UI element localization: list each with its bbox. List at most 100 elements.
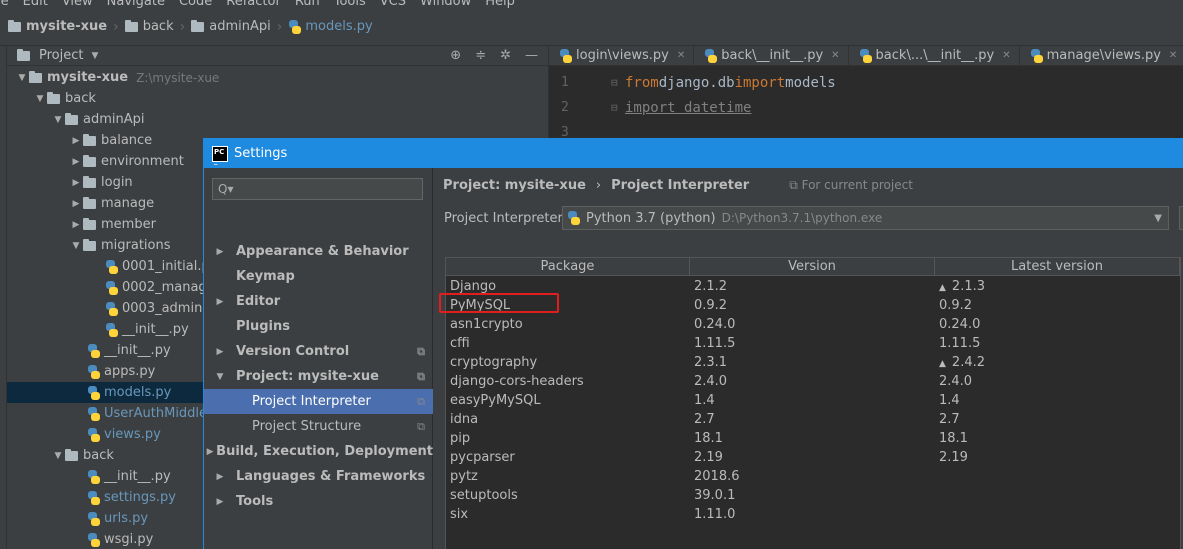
gear-icon[interactable]: ✲	[500, 48, 511, 63]
chevron-right-icon[interactable]: ▶	[204, 247, 236, 257]
tab-label: back\__init__.py	[721, 48, 824, 63]
chevron-down-icon[interactable]: ▼	[51, 451, 65, 461]
chevron-down-icon[interactable]: ▼	[15, 73, 29, 83]
minimize-icon[interactable]: —	[525, 48, 538, 63]
settings-nav-item[interactable]: ▶ Tools	[204, 489, 433, 514]
table-row[interactable]: setuptools 39.0.1	[446, 486, 1182, 505]
table-row[interactable]: idna 2.7 2.7	[446, 410, 1182, 429]
close-icon[interactable]: ✕	[1169, 50, 1177, 61]
menu-item[interactable]: Tools	[334, 0, 366, 8]
upgrade-arrow-icon: ▲	[939, 359, 946, 369]
chevron-right-icon[interactable]: ▶	[204, 347, 236, 357]
table-row[interactable]: easyPyMySQL 1.4 1.4	[446, 391, 1182, 410]
chevron-down-icon[interactable]: ▼	[51, 115, 65, 125]
settings-nav-item[interactable]: Project Structure ⧉	[204, 414, 433, 439]
python-file-icon	[87, 406, 100, 421]
menu-item[interactable]: Edit	[23, 0, 48, 8]
table-row[interactable]: Django 2.1.2 ▲ 2.1.3	[446, 277, 1182, 296]
collapse-icon[interactable]: ≑	[475, 48, 486, 63]
tree-label: back	[83, 448, 114, 463]
chevron-down-icon[interactable]: ▼	[33, 94, 47, 104]
table-row[interactable]: pip 18.1 18.1	[446, 429, 1182, 448]
chevron-right-icon[interactable]: ▶	[69, 178, 83, 188]
settings-search-input[interactable]: Q▾	[212, 178, 423, 200]
latest-version-label: 2.1.3	[951, 279, 985, 294]
fold-icon[interactable]: ⊟	[611, 101, 625, 114]
chevron-right-icon[interactable]: ▶	[204, 447, 216, 457]
column-version[interactable]: Version	[690, 258, 935, 275]
breadcrumb-back[interactable]: back	[124, 19, 174, 34]
code-line[interactable]: 1 ⊟ from django.db import models	[549, 70, 836, 95]
chevron-right-icon[interactable]: ▶	[69, 199, 83, 209]
interpreter-settings-button[interactable]	[1179, 206, 1183, 230]
chevron-right-icon[interactable]: ▶	[69, 157, 83, 167]
menu-item[interactable]: Help	[485, 0, 515, 8]
table-row[interactable]: PyMySQL 0.9.2 0.9.2	[446, 296, 1182, 315]
tree-folder[interactable]: ▼ adminApi	[7, 109, 548, 130]
column-package[interactable]: Package	[446, 258, 690, 275]
menu-item[interactable]: Code	[179, 0, 212, 8]
package-version: 2.4.0	[694, 374, 728, 389]
table-row[interactable]: pytz 2018.6	[446, 467, 1182, 486]
menu-item[interactable]: Refactor	[226, 0, 281, 8]
settings-nav-item[interactable]: ▶ Appearance & Behavior	[204, 239, 433, 264]
settings-nav-item[interactable]: ▶ Languages & Frameworks	[204, 464, 433, 489]
table-row[interactable]: six 1.11.0	[446, 505, 1182, 524]
folder-icon	[83, 175, 96, 188]
chevron-right-icon[interactable]: ▶	[69, 220, 83, 230]
chevron-down-icon[interactable]: ▼	[91, 51, 98, 61]
menu-item[interactable]: Run	[295, 0, 320, 8]
table-row[interactable]: cffi 1.11.5 1.11.5	[446, 334, 1182, 353]
table-row[interactable]: asn1crypto 0.24.0 0.24.0	[446, 315, 1182, 334]
settings-nav-item[interactable]: Project Interpreter ⧉	[204, 389, 433, 414]
editor-tab[interactable]: login\views.py ✕	[549, 46, 695, 65]
menu-item[interactable]: le	[0, 0, 9, 8]
package-latest	[935, 486, 1180, 505]
chevron-down-icon[interactable]: ▼	[69, 241, 83, 251]
copy-icon: ⧉	[417, 394, 425, 408]
menu-item[interactable]: View	[62, 0, 93, 8]
interpreter-select[interactable]: Python 3.7 (python) D:\Python3.7.1\pytho…	[562, 206, 1169, 230]
close-icon[interactable]: ✕	[1002, 50, 1010, 61]
column-latest-version[interactable]: Latest version	[935, 258, 1180, 275]
settings-nav-item[interactable]: ▶ Editor	[204, 289, 433, 314]
tree-label: back	[65, 91, 96, 106]
tree-label: wsgi.py	[104, 532, 154, 547]
chevron-right-icon[interactable]: ▶	[204, 497, 236, 507]
python-file-icon	[87, 511, 100, 526]
target-icon[interactable]: ⊕	[450, 48, 461, 63]
breadcrumb-adminapi[interactable]: adminApi	[191, 19, 271, 34]
breadcrumb-models[interactable]: models.py	[288, 19, 373, 34]
settings-nav-item[interactable]: Plugins	[204, 314, 433, 339]
python-file-icon	[1030, 48, 1043, 63]
settings-nav-item[interactable]: ▼ Project: mysite-xue ⧉	[204, 364, 433, 389]
fold-icon[interactable]: ⊟	[611, 76, 625, 89]
tree-folder[interactable]: ▼ back	[7, 88, 548, 109]
folder-icon	[65, 112, 78, 125]
editor-tabs: login\views.py ✕ back\__init__.py ✕ back\...…	[549, 46, 1183, 66]
chevron-right-icon[interactable]: ▶	[204, 297, 236, 307]
chevron-right-icon[interactable]: ▶	[69, 136, 83, 146]
code-line[interactable]: 2 ⊟ import datetime	[549, 95, 751, 120]
tool-window-strip[interactable]	[0, 46, 7, 549]
editor-tab[interactable]: back\...\__init__.py ✕	[849, 46, 1020, 65]
menu-item[interactable]: Navigate	[107, 0, 165, 8]
editor-tab[interactable]: manage\views.py ✕	[1020, 46, 1183, 65]
package-latest: 1.11.5	[935, 334, 1180, 353]
tree-folder[interactable]: ▼ mysite-xue Z:\mysite-xue	[7, 67, 548, 88]
close-icon[interactable]: ✕	[831, 50, 839, 61]
settings-nav-item[interactable]: ▶ Build, Execution, Deployment	[204, 439, 433, 464]
table-row[interactable]: pycparser 2.19 2.19	[446, 448, 1182, 467]
chevron-down-icon[interactable]: ▼	[204, 372, 236, 382]
settings-nav-item[interactable]: Keymap	[204, 264, 433, 289]
menu-item[interactable]: Window	[420, 0, 471, 8]
close-icon[interactable]: ✕	[677, 50, 685, 61]
menu-item[interactable]: VCS	[380, 0, 406, 8]
settings-nav-item[interactable]: ▶ Version Control ⧉	[204, 339, 433, 364]
editor-tab[interactable]: back\__init__.py ✕	[694, 46, 849, 65]
table-row[interactable]: cryptography 2.3.1 ▲ 2.4.2	[446, 353, 1182, 372]
breadcrumb-project[interactable]: mysite-xue	[8, 19, 107, 34]
project-panel-title[interactable]: Project	[39, 48, 83, 63]
table-row[interactable]: django-cors-headers 2.4.0 2.4.0	[446, 372, 1182, 391]
chevron-right-icon[interactable]: ▶	[204, 472, 236, 482]
